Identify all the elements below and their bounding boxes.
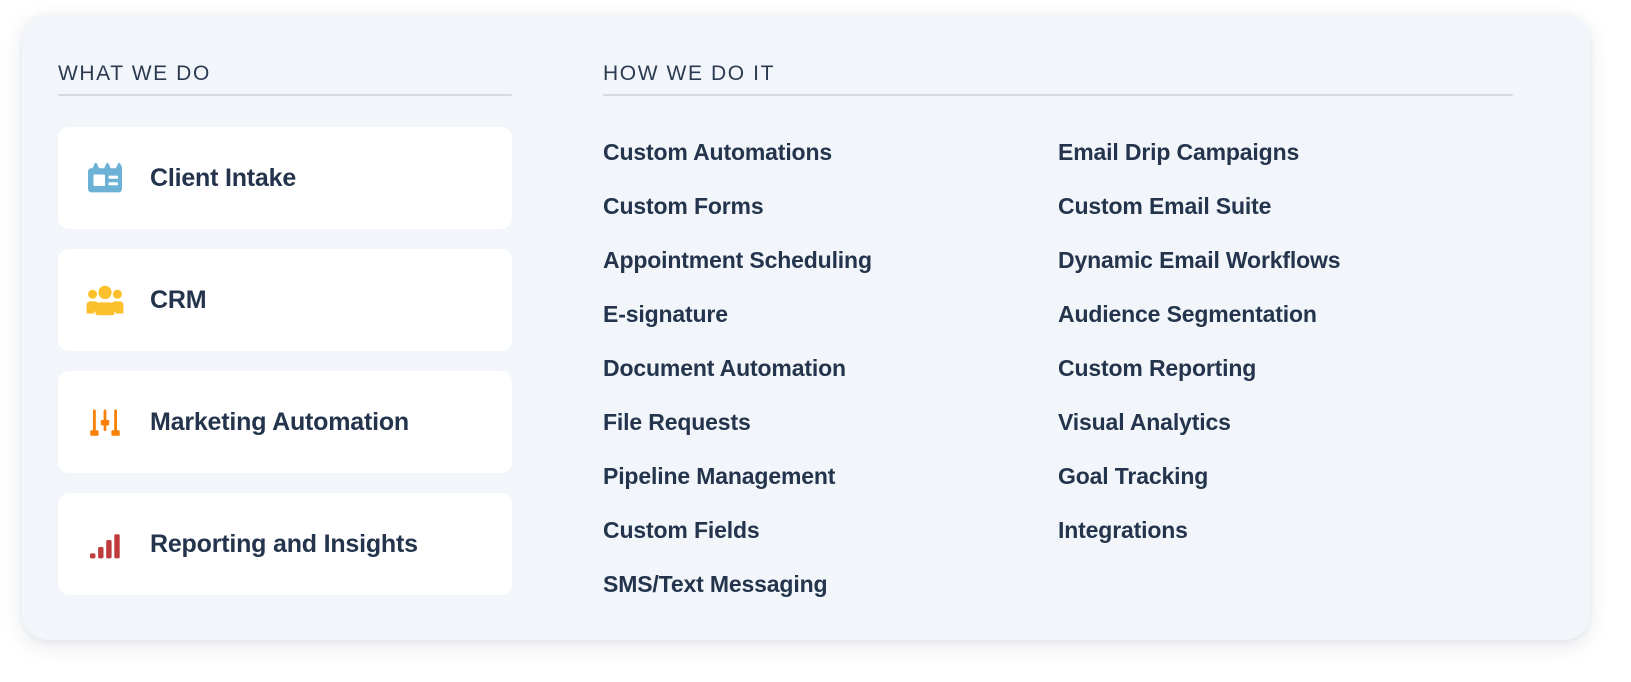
- feature-item[interactable]: Document Automation: [603, 341, 1058, 395]
- people-group-icon: [83, 278, 127, 322]
- what-we-do-divider: [58, 94, 512, 96]
- what-we-do-heading: WHAT WE DO: [58, 62, 211, 85]
- feature-item[interactable]: Pipeline Management: [603, 449, 1058, 503]
- feature-item[interactable]: Dynamic Email Workflows: [1058, 233, 1513, 287]
- feature-item[interactable]: Visual Analytics: [1058, 395, 1513, 449]
- feature-item[interactable]: Custom Fields: [603, 503, 1058, 557]
- service-card-label: Marketing Automation: [150, 407, 409, 436]
- how-we-do-it-divider: [603, 94, 1513, 96]
- feature-item[interactable]: Custom Email Suite: [1058, 179, 1513, 233]
- service-card-list: Client Intake CRM Marketing Automation R…: [58, 127, 512, 595]
- service-card-label: Client Intake: [150, 163, 297, 192]
- feature-item[interactable]: Custom Automations: [603, 125, 1058, 179]
- feature-column-1: Custom Automations Custom Forms Appointm…: [603, 125, 1058, 611]
- feature-item[interactable]: Audience Segmentation: [1058, 287, 1513, 341]
- page-root: WHAT WE DO HOW WE DO IT Client Intake CR…: [0, 0, 1631, 682]
- feature-item[interactable]: E-signature: [603, 287, 1058, 341]
- id-card-icon: [83, 156, 127, 200]
- feature-column-2: Email Drip Campaigns Custom Email Suite …: [1058, 125, 1513, 611]
- feature-item[interactable]: SMS/Text Messaging: [603, 557, 1058, 611]
- feature-item[interactable]: Custom Reporting: [1058, 341, 1513, 395]
- bar-chart-icon: [83, 522, 127, 566]
- feature-list: Custom Automations Custom Forms Appointm…: [603, 125, 1523, 611]
- feature-item[interactable]: File Requests: [603, 395, 1058, 449]
- sliders-icon: [83, 400, 127, 444]
- service-card-reporting-and-insights[interactable]: Reporting and Insights: [58, 493, 512, 595]
- how-we-do-it-heading: HOW WE DO IT: [603, 62, 776, 85]
- feature-item[interactable]: Custom Forms: [603, 179, 1058, 233]
- feature-item[interactable]: Integrations: [1058, 503, 1513, 557]
- service-card-crm[interactable]: CRM: [58, 249, 512, 351]
- service-card-client-intake[interactable]: Client Intake: [58, 127, 512, 229]
- feature-item[interactable]: Email Drip Campaigns: [1058, 125, 1513, 179]
- services-panel: WHAT WE DO HOW WE DO IT Client Intake CR…: [22, 14, 1590, 640]
- service-card-label: CRM: [150, 285, 207, 314]
- service-card-marketing-automation[interactable]: Marketing Automation: [58, 371, 512, 473]
- feature-item[interactable]: Appointment Scheduling: [603, 233, 1058, 287]
- feature-item[interactable]: Goal Tracking: [1058, 449, 1513, 503]
- service-card-label: Reporting and Insights: [150, 529, 418, 558]
